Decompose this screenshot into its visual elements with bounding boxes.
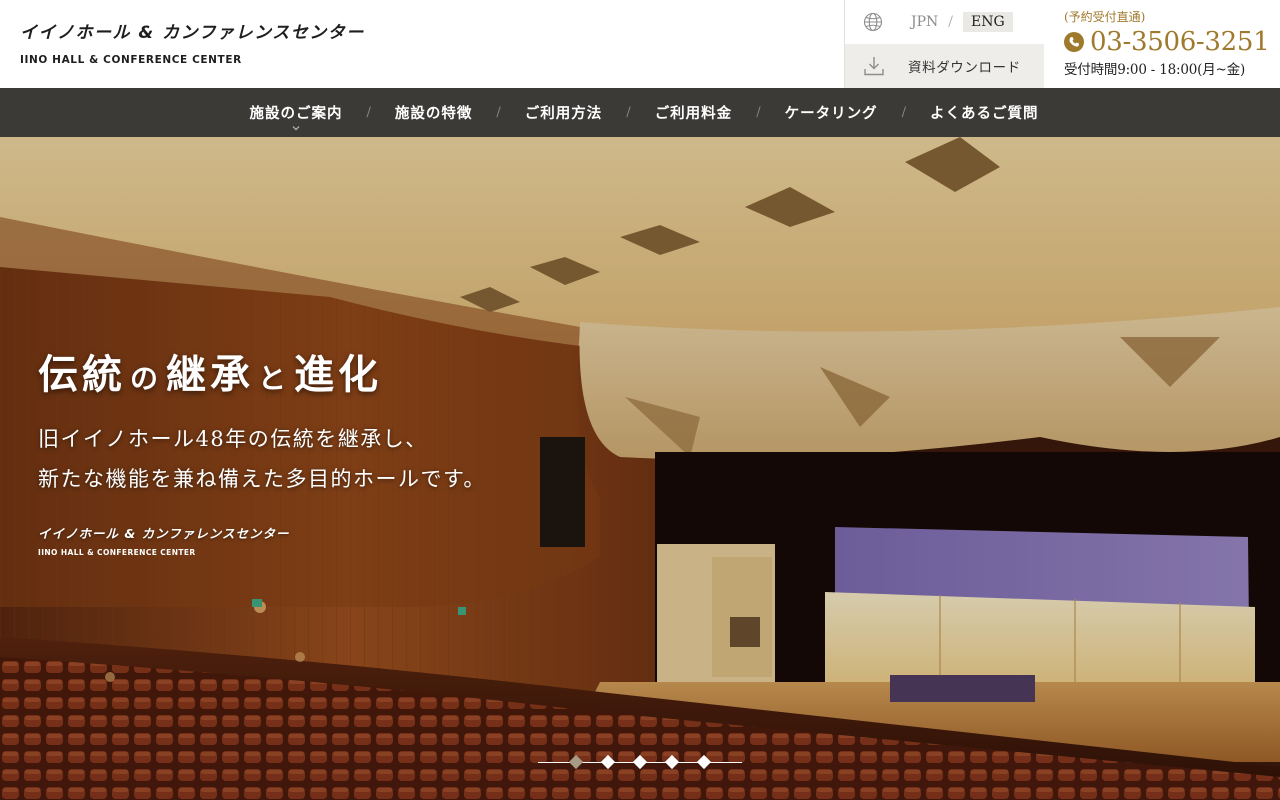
hero-title-word: 伝統 (38, 351, 126, 398)
site-header: イイノホール & カンファレンスセンター IINO HALL & CONFERE… (0, 0, 1280, 88)
hero-title-particle: の (130, 362, 163, 395)
slider-dot-4[interactable] (664, 754, 680, 770)
nav-item-features[interactable]: 施設の特徴 (371, 102, 497, 123)
slider-dot-1[interactable] (568, 754, 584, 770)
hero-logo-english: IINO HALL & CONFERENCE CENTER (38, 548, 196, 557)
main-nav: 施設のご案内 / 施設の特徴 / ご利用方法 / ご利用料金 / ケータリング … (0, 88, 1280, 137)
contact-block: (予約受付直通) 03-3506-3251 受付時間9:00 - 18:00(月… (1064, 8, 1274, 78)
business-hours: 受付時間9:00 - 18:00(月~金) (1064, 62, 1246, 78)
phone-number: 03-3506-3251 (1090, 27, 1270, 57)
hero-description-line: 旧イイノホール48年の伝統を継承し、 (38, 427, 428, 451)
language-eng-link[interactable]: ENG (963, 12, 1013, 32)
download-materials-link[interactable]: 資料ダウンロード (845, 44, 1044, 88)
site-logo[interactable]: イイノホール & カンファレンスセンター IINO HALL & CONFERE… (20, 18, 365, 66)
nav-item-how-to-use[interactable]: ご利用方法 (501, 102, 627, 123)
nav-item-pricing[interactable]: ご利用料金 (631, 102, 757, 123)
hero-slider: 伝統の継承と進化 旧イイノホール48年の伝統を継承し、 新たな機能を兼ね備えた多… (0, 137, 1280, 800)
utility-panel: JPN / ENG 資料ダウンロード (844, 0, 1044, 88)
hero-title-word: 継承 (166, 351, 255, 398)
language-switcher: JPN / ENG (845, 0, 1044, 44)
hero-description-line: 新たな機能を兼ね備えた多目的ホールです。 (38, 467, 486, 491)
hero-title-particle: と (258, 362, 291, 395)
slider-dot-2[interactable] (600, 754, 616, 770)
download-label: 資料ダウンロード (908, 60, 1021, 76)
language-jpn-link[interactable]: JPN (911, 14, 938, 30)
download-icon (864, 57, 884, 76)
language-separator: / (948, 14, 954, 30)
hero-description: 旧イイノホール48年の伝統を継承し、 新たな機能を兼ね備えた多目的ホールです。 (38, 419, 486, 499)
slider-dot-3[interactable] (632, 754, 648, 770)
hero-title-word: 進化 (294, 351, 383, 398)
hero-logo-japanese: イイノホール & カンファレンスセンター (38, 526, 290, 541)
logo-english: IINO HALL & CONFERENCE CENTER (20, 54, 242, 66)
globe-icon (863, 12, 883, 32)
slider-pagination (538, 754, 742, 770)
phone-link[interactable]: 03-3506-3251 (1064, 27, 1274, 57)
chevron-down-icon (292, 126, 300, 131)
nav-item-label: 施設のご案内 (249, 105, 343, 122)
reservation-note: (予約受付直通) (1064, 10, 1146, 24)
nav-item-facility-guide[interactable]: 施設のご案内 (226, 102, 367, 131)
nav-item-catering[interactable]: ケータリング (761, 102, 902, 123)
hero-title: 伝統の継承と進化 (38, 342, 382, 400)
slider-dot-5[interactable] (696, 754, 712, 770)
hero-logo: イイノホール & カンファレンスセンター IINO HALL & CONFERE… (38, 523, 289, 557)
phone-icon (1064, 32, 1084, 52)
logo-japanese: イイノホール & カンファレンスセンター (20, 23, 365, 43)
nav-item-faq[interactable]: よくあるご質問 (906, 102, 1063, 123)
